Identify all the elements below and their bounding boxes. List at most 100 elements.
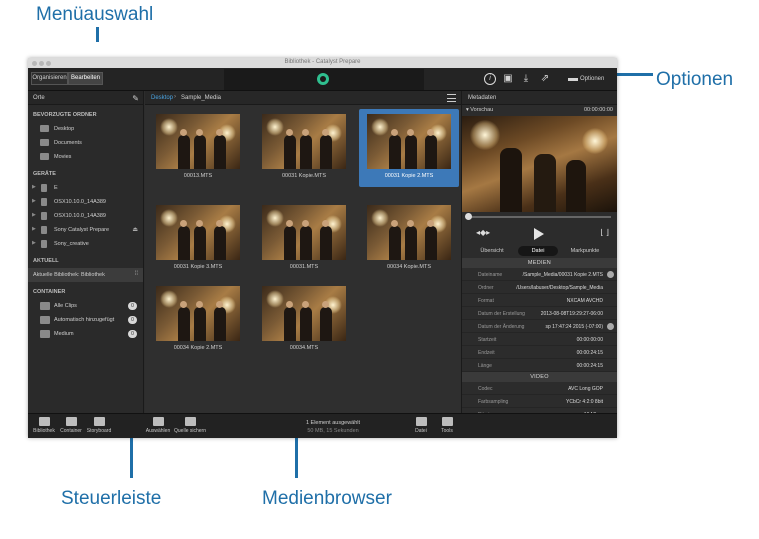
auto-add-icon xyxy=(40,316,50,324)
performer-head xyxy=(302,301,309,308)
tab-organize[interactable]: Organisieren xyxy=(31,72,68,85)
media-row: Länge 00:00:24:15 xyxy=(462,359,617,372)
metadata-value: 2013-08-08T19:29:27-06:00 xyxy=(540,311,603,317)
performer xyxy=(194,307,206,341)
clip-item[interactable]: 00013.MTS xyxy=(148,109,248,187)
performer-head xyxy=(180,301,187,308)
metadata-value: NXCAM AVCHD xyxy=(566,298,603,304)
callout-line-menu xyxy=(96,27,99,42)
disclosure-arrow-icon[interactable]: ▶ xyxy=(32,240,36,246)
library-button[interactable]: Bibliothek xyxy=(31,417,57,434)
disclosure-arrow-icon[interactable]: ▶ xyxy=(32,184,36,190)
performer-head xyxy=(322,301,329,308)
file-button[interactable]: Datei xyxy=(410,417,432,434)
grid-handle-icon[interactable]: ⁞⁞ xyxy=(135,271,138,277)
metadata-key: Farbsampling xyxy=(478,399,509,405)
performer xyxy=(194,226,206,260)
container-item[interactable]: Alle Clips 0 xyxy=(28,299,143,313)
tab-file[interactable]: Datei xyxy=(518,246,558,256)
video-row: Codec AVC Long GOP xyxy=(462,382,617,395)
multiview-icon[interactable]: ▣ xyxy=(502,73,514,85)
container-item[interactable]: Automatisch hinzugefügt 0 xyxy=(28,313,143,327)
performer xyxy=(389,226,401,260)
stage-light xyxy=(266,209,284,227)
tab-markers[interactable]: Markpunkte xyxy=(560,246,610,256)
device-item[interactable]: ▶ OSX10.10.0_14A389 xyxy=(28,195,143,209)
info-icon[interactable]: i xyxy=(484,73,496,85)
clip-item[interactable]: 00034.MTS xyxy=(254,281,354,359)
play-icon[interactable] xyxy=(534,228,544,240)
container-item[interactable]: Medium 0 xyxy=(28,327,143,341)
clip-item[interactable]: 00034 Kopie 2.MTS xyxy=(148,281,248,359)
eject-icon[interactable]: ⏏ xyxy=(132,226,138,233)
favorite-documents[interactable]: Documents xyxy=(28,136,143,150)
scrub-bar[interactable] xyxy=(462,212,617,222)
export-icon[interactable]: ⇗ xyxy=(539,73,551,85)
breadcrumb-desktop[interactable]: Desktop xyxy=(151,95,173,101)
performer-head xyxy=(322,129,329,136)
info-icon[interactable] xyxy=(607,271,614,278)
performer-left xyxy=(500,148,522,212)
preview-header[interactable]: ▾ Vorschau 00:00:00:00 xyxy=(462,105,617,116)
list-view-icon[interactable] xyxy=(447,94,456,102)
backup-source-button[interactable]: Quelle sichern xyxy=(173,417,207,434)
callout-menu-selection: Menüauswahl xyxy=(36,4,154,25)
performer xyxy=(284,226,296,260)
metadata-value: /Users/labuser/Desktop/Sample_Media xyxy=(516,285,603,291)
tab-overview[interactable]: Übersicht xyxy=(470,246,514,256)
container-button[interactable]: Container xyxy=(58,417,84,434)
clip-thumbnail xyxy=(262,286,346,341)
briefcase-icon[interactable]: ▬ xyxy=(567,73,579,85)
wrench-icon[interactable]: ✎ xyxy=(132,94,139,103)
media-row: Startzeit 00:00:00:00 xyxy=(462,333,617,346)
options-button[interactable]: Optionen xyxy=(580,76,604,82)
disclosure-arrow-icon[interactable]: ▶ xyxy=(32,226,36,232)
disclosure-arrow-icon[interactable]: ▶ xyxy=(32,212,36,218)
favorite-movies[interactable]: Movies xyxy=(28,150,143,164)
performer xyxy=(300,226,312,260)
media-row: Format NXCAM AVCHD xyxy=(462,294,617,307)
metadata-panel: Metadaten ▾ Vorschau 00:00:00:00 ◂◆▸ ⌊ ⌋… xyxy=(461,91,617,434)
info-icon[interactable] xyxy=(607,323,614,330)
mark-in-out-icon[interactable]: ⌊ ⌋ xyxy=(601,228,609,237)
performer-center xyxy=(534,154,556,212)
scrub-handle[interactable] xyxy=(465,213,472,220)
tab-edit[interactable]: Bearbeiten xyxy=(68,72,103,85)
tools-button[interactable]: Tools xyxy=(436,417,458,434)
clip-item[interactable]: 00034 Kopie.MTS xyxy=(359,200,459,278)
clip-thumbnail xyxy=(367,205,451,260)
storyboard-button[interactable]: Storyboard xyxy=(85,417,113,434)
breadcrumb-current: Sample_Media xyxy=(181,95,222,101)
clip-item[interactable]: 00031 Kopie 3.MTS xyxy=(148,200,248,278)
disclosure-arrow-icon[interactable]: ▶ xyxy=(32,198,36,204)
main-toolbar: Organisieren Bearbeiten i ▣ ⤓ ⇗ ▬ Option… xyxy=(28,68,617,91)
device-item[interactable]: ▶ E xyxy=(28,181,143,195)
scrub-track[interactable] xyxy=(468,216,611,218)
clip-item[interactable]: 00031 Kopie 2.MTS xyxy=(359,109,459,187)
container-title: CONTAINER xyxy=(33,289,66,295)
clip-name: 00034 Kopie 2.MTS xyxy=(173,345,223,351)
clips-icon xyxy=(40,302,50,310)
media-row: Datum der Erstellung 2013-08-08T19:29:27-… xyxy=(462,307,617,320)
metadata-title: Metadaten xyxy=(468,95,497,101)
current-library-item[interactable]: Aktuelle Bibliothek: Bibliothek ⁞⁞ xyxy=(28,268,143,282)
preview-video[interactable] xyxy=(462,116,617,212)
performer xyxy=(405,226,417,260)
import-icon[interactable]: ⤓ xyxy=(520,73,532,85)
drive-icon xyxy=(41,212,47,220)
performer-head xyxy=(427,220,434,227)
breadcrumb: Desktop › Sample_Media xyxy=(145,91,461,105)
media-rows: Dateiname/Sample_Media/00031 Kopie 2.MTS… xyxy=(462,268,617,372)
media-section-title: MEDIEN xyxy=(462,258,617,268)
device-item[interactable]: ▶ OSX10.10.0_14A389 xyxy=(28,209,143,223)
device-item[interactable]: ▶ Sony Catalyst Prepare ⏏ xyxy=(28,223,143,237)
performer xyxy=(300,307,312,341)
control-bar: Bibliothek Container Storyboard Auswähle… xyxy=(28,413,617,438)
device-item[interactable]: ▶ Sony_creative xyxy=(28,237,143,251)
favorite-desktop[interactable]: Desktop xyxy=(28,122,143,136)
select-button[interactable]: Auswählen xyxy=(145,417,171,434)
clip-item[interactable]: 00031 Kopie.MTS xyxy=(254,109,354,187)
metadata-key: Dateiname xyxy=(478,272,503,278)
clip-item[interactable]: 00031.MTS xyxy=(254,200,354,278)
jog-icon[interactable]: ◂◆▸ xyxy=(476,228,490,237)
